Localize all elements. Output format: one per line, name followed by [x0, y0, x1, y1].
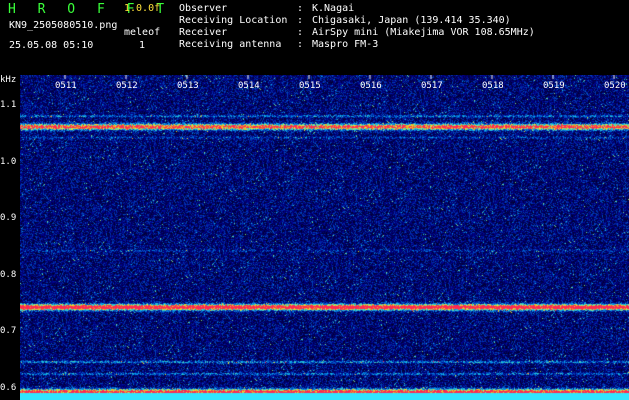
x-tick-label: 0511: [55, 81, 77, 91]
info-separator: :: [297, 3, 304, 14]
info-separator: :: [297, 39, 304, 50]
y-tick-label: 1.1: [0, 100, 17, 111]
header-panel: H R O F F T 1.0.0f KN9_2505080510.png me…: [0, 0, 629, 75]
x-tick-label: 0517: [421, 81, 443, 91]
info-label: Receiver: [179, 27, 228, 38]
info-separator: :: [297, 15, 304, 26]
info-label: Observer: [179, 3, 228, 14]
x-tick-label: 0519: [543, 81, 565, 91]
x-tick-label: 0515: [299, 81, 321, 91]
file-name: KN9_2505080510.png: [9, 20, 118, 31]
info-value: AirSpy mini (Miakejima VOR 108.65MHz): [312, 27, 535, 38]
x-tick-label: 0518: [482, 81, 504, 91]
info-value: Maspro FM-3: [312, 39, 379, 50]
info-label: Receiving antenna: [179, 39, 282, 50]
info-separator: :: [297, 27, 304, 38]
y-axis-unit: kHz: [0, 75, 17, 85]
x-tick-label: 0516: [360, 81, 382, 91]
x-tick-label: 0520: [604, 81, 626, 91]
x-tick-label: 0514: [238, 81, 260, 91]
info-value: K.Nagai: [312, 3, 355, 14]
info-label: Receiving Location: [179, 15, 288, 26]
y-tick-label: 1.0: [0, 156, 17, 167]
meleo-label: meleof: [124, 27, 161, 38]
meleo-value: 1: [139, 40, 146, 51]
y-tick-label: 0.7: [0, 326, 17, 337]
waterfall-canvas: [20, 75, 629, 400]
y-tick-label: 0.6: [0, 382, 17, 393]
y-tick-label: 0.8: [0, 269, 17, 280]
timestamp: 25.05.08 05:10: [9, 40, 94, 51]
spectrogram-plot: kHz 1.1 1.0 0.9 0.8 0.7 0.6 0511 0512 0513 0514 0…: [0, 75, 629, 400]
y-tick-label: 0.9: [0, 213, 17, 224]
version-label: 1.0.0f: [124, 3, 161, 14]
info-value: Chigasaki, Japan (139.414 35.340): [312, 15, 511, 26]
x-tick-label: 0512: [116, 81, 138, 91]
x-tick-label: 0513: [177, 81, 199, 91]
